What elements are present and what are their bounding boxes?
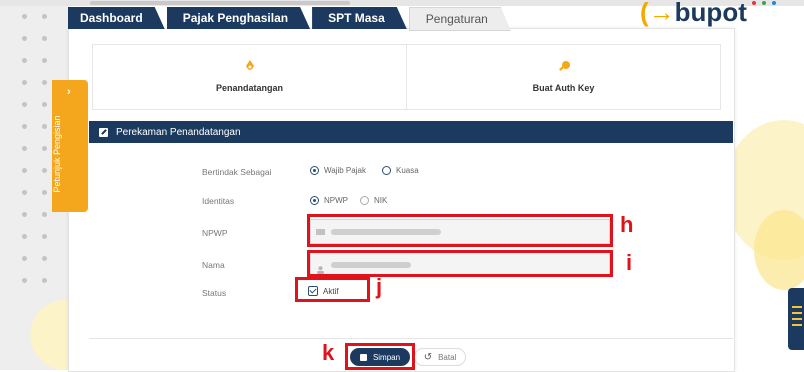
settings-card-label: Buat Auth Key [532, 83, 595, 93]
address-bar-blur [90, 1, 350, 5]
tab-spt-masa[interactable]: SPT Masa [312, 7, 407, 29]
annotation-box-simpan [345, 343, 415, 370]
petunjuk-pengisian-tab[interactable]: › Petunjuk Pengisian [52, 80, 88, 212]
radio-kuasa[interactable]: Kuasa [382, 166, 419, 175]
settings-card-penandatangan[interactable]: Penandatangan [92, 44, 407, 110]
brand-logo: (→bupot [640, 0, 747, 28]
right-floating-panel[interactable] [788, 288, 804, 350]
form-footer-divider [89, 338, 733, 339]
nama-label: Nama [202, 260, 225, 270]
annotation-label-i: i [626, 250, 633, 275]
key-icon [556, 59, 572, 80]
settings-card-label: Penandatangan [215, 83, 283, 93]
annotation-box-nama [307, 250, 613, 277]
tab-pengaturan[interactable]: Pengaturan [409, 7, 511, 31]
browser-dot-icon [772, 1, 776, 5]
radio-label: Wajib Pajak [324, 166, 366, 175]
section-title: Perekaman Penandatangan [116, 126, 241, 138]
brand-text: bupot [674, 0, 747, 27]
annotation-label-j: j [376, 274, 383, 299]
edit-icon [99, 127, 108, 137]
annotation-box-npwp [307, 214, 613, 247]
annotation-box-status [295, 277, 370, 302]
pen-nib-icon [244, 59, 256, 80]
tab-dashboard[interactable]: Dashboard [68, 7, 165, 29]
petunjuk-label: Petunjuk Pengisian [52, 115, 62, 193]
menu-line-icon [792, 312, 802, 314]
browser-dot-icon [752, 1, 756, 5]
background-decoration [754, 210, 804, 290]
brand-mark-icon: (→ [640, 0, 675, 27]
radio-selected-icon [310, 196, 319, 205]
cancel-label: Batal [438, 352, 457, 362]
radio-nik[interactable]: NIK [360, 196, 387, 205]
radio-label: NIK [374, 196, 388, 205]
radio-npwp[interactable]: NPWP [310, 196, 348, 205]
annotation-label-h: h [620, 212, 634, 237]
cancel-button[interactable]: ↺ Batal [414, 348, 466, 366]
tab-pajak-penghasilan[interactable]: Pajak Penghasilan [167, 7, 310, 29]
status-label: Status [202, 288, 227, 298]
main-nav-tabs: Dashboard Pajak Penghasilan SPT Masa Pen… [68, 7, 513, 29]
radio-selected-icon [310, 166, 319, 175]
chevron-right-icon: › [67, 86, 71, 98]
radio-label: Kuasa [396, 166, 419, 175]
radio-wajib-pajak[interactable]: Wajib Pajak [310, 166, 366, 175]
npwp-label: NPWP [202, 228, 228, 238]
menu-line-icon [792, 324, 802, 326]
browser-dot-icon [762, 1, 766, 5]
undo-icon: ↺ [423, 351, 433, 363]
identitas-label: Identitas [202, 196, 235, 206]
radio-unselected-icon [382, 166, 391, 175]
menu-line-icon [792, 318, 802, 320]
menu-line-icon [792, 306, 802, 308]
bertindak-label: Bertindak Sebagai [202, 167, 272, 177]
radio-unselected-icon [360, 196, 369, 205]
radio-label: NPWP [324, 196, 348, 205]
section-header: Perekaman Penandatangan [89, 121, 733, 143]
settings-card-auth-key[interactable]: Buat Auth Key [406, 44, 721, 110]
annotation-label-k: k [322, 340, 335, 365]
